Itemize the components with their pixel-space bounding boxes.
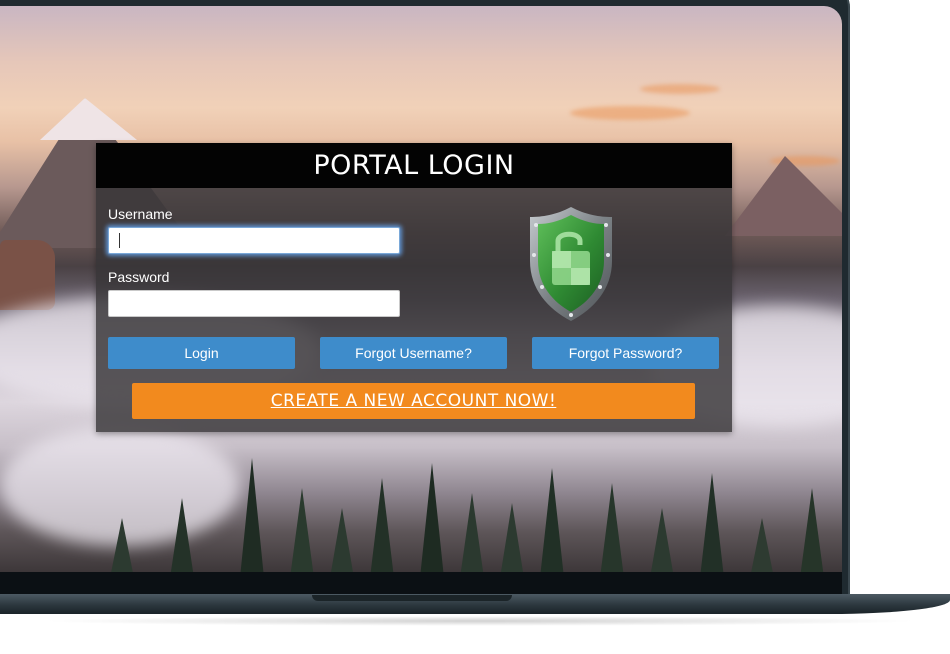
username-label: Username — [108, 206, 173, 222]
tree — [540, 468, 564, 572]
tree — [800, 488, 824, 572]
login-button[interactable]: Login — [108, 337, 295, 369]
page-title: PORTAL LOGIN — [313, 150, 515, 181]
sky-cloud — [640, 84, 720, 94]
tree — [110, 518, 134, 572]
password-input[interactable] — [108, 290, 400, 317]
tree — [460, 493, 484, 572]
login-header: PORTAL LOGIN — [96, 143, 732, 188]
mountain-snow-cap — [40, 98, 137, 140]
password-label: Password — [108, 269, 170, 285]
forgot-password-button[interactable]: Forgot Password? — [532, 337, 719, 369]
tree — [370, 478, 394, 572]
tree — [600, 483, 624, 572]
laptop-notch — [312, 595, 512, 601]
page: PORTAL LOGIN Username Password Login For… — [0, 0, 950, 654]
tree — [240, 458, 264, 572]
tree — [700, 473, 724, 572]
laptop-shadow — [40, 616, 920, 626]
screen-bottom-bezel — [0, 572, 842, 594]
cliff-left — [0, 240, 55, 310]
forest — [100, 446, 842, 572]
tree — [750, 518, 774, 572]
tree — [500, 503, 524, 572]
tree — [170, 498, 194, 572]
text-caret — [119, 233, 120, 248]
sky-cloud — [570, 106, 690, 120]
tree — [290, 488, 314, 572]
tree — [650, 508, 674, 572]
tree — [420, 463, 444, 572]
username-input[interactable] — [108, 227, 400, 254]
forgot-username-button[interactable]: Forgot Username? — [320, 337, 507, 369]
padlock-shield-icon — [530, 207, 612, 321]
mountain-right — [725, 156, 842, 236]
tree — [330, 508, 354, 572]
create-account-link[interactable]: CREATE A NEW ACCOUNT NOW! — [132, 383, 695, 419]
